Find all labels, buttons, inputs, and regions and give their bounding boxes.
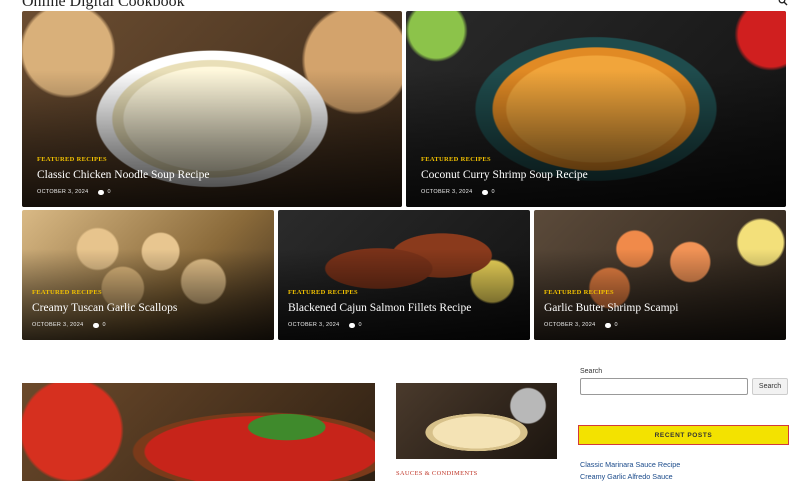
post-category[interactable]: FEATURED RECIPES — [421, 156, 774, 163]
post-category[interactable]: FEATURED RECIPES — [544, 289, 774, 296]
featured-card-coconut-curry-shrimp-soup[interactable]: FEATURED RECIPES Coconut Curry Shrimp So… — [406, 11, 786, 207]
featured-card-tuscan-garlic-scallops[interactable]: FEATURED RECIPES Creamy Tuscan Garlic Sc… — [22, 210, 274, 340]
post-image-marinara[interactable] — [22, 383, 375, 481]
post-category[interactable]: FEATURED RECIPES — [32, 289, 262, 296]
post-image-alfredo[interactable] — [396, 383, 557, 459]
post-title[interactable]: Blackened Cajun Salmon Fillets Recipe — [288, 302, 518, 314]
post-category[interactable]: FEATURED RECIPES — [37, 156, 390, 163]
post-title[interactable]: Creamy Tuscan Garlic Scallops — [32, 302, 262, 314]
featured-card-shrimp-scampi[interactable]: FEATURED RECIPES Garlic Butter Shrimp Sc… — [534, 210, 786, 340]
post-date: OCTOBER 3, 2024 — [421, 189, 473, 195]
recent-post-link[interactable]: Creamy Garlic Alfredo Sauce — [580, 471, 680, 481]
post-date: OCTOBER 3, 2024 — [288, 322, 340, 328]
recent-posts-heading: RECENT POSTS — [654, 431, 713, 439]
recent-post-link[interactable]: Classic Marinara Sauce Recipe — [580, 459, 680, 471]
search-input[interactable] — [580, 378, 748, 395]
featured-card-chicken-noodle-soup[interactable]: FEATURED RECIPES Classic Chicken Noodle … — [22, 11, 402, 207]
recent-posts-list: Classic Marinara Sauce Recipe Creamy Gar… — [580, 459, 680, 481]
comment-icon — [349, 322, 356, 328]
comment-count: 0 — [93, 322, 106, 328]
comment-icon — [605, 322, 612, 328]
post-date: OCTOBER 3, 2024 — [32, 322, 84, 328]
post-date: OCTOBER 3, 2024 — [37, 189, 89, 195]
search-label: Search — [580, 368, 603, 375]
post-category-link[interactable]: SAUCES & CONDIMENTS — [396, 470, 478, 477]
comment-icon — [98, 189, 105, 195]
search-button[interactable]: Search — [752, 378, 788, 395]
comment-icon — [482, 189, 489, 195]
comment-count: 0 — [98, 189, 111, 195]
search-icon[interactable] — [778, 0, 788, 6]
featured-card-cajun-salmon[interactable]: FEATURED RECIPES Blackened Cajun Salmon … — [278, 210, 530, 340]
comment-icon — [93, 322, 100, 328]
post-title[interactable]: Coconut Curry Shrimp Soup Recipe — [421, 169, 774, 181]
site-title[interactable]: Online Digital Cookbook — [22, 0, 185, 11]
post-title[interactable]: Garlic Butter Shrimp Scampi — [544, 302, 774, 314]
post-title[interactable]: Classic Chicken Noodle Soup Recipe — [37, 169, 390, 181]
post-category[interactable]: FEATURED RECIPES — [288, 289, 518, 296]
post-date: OCTOBER 3, 2024 — [544, 322, 596, 328]
comment-count: 0 — [482, 189, 495, 195]
recent-posts-heading-bar: RECENT POSTS — [578, 425, 789, 445]
comment-count: 0 — [605, 322, 618, 328]
comment-count: 0 — [349, 322, 362, 328]
